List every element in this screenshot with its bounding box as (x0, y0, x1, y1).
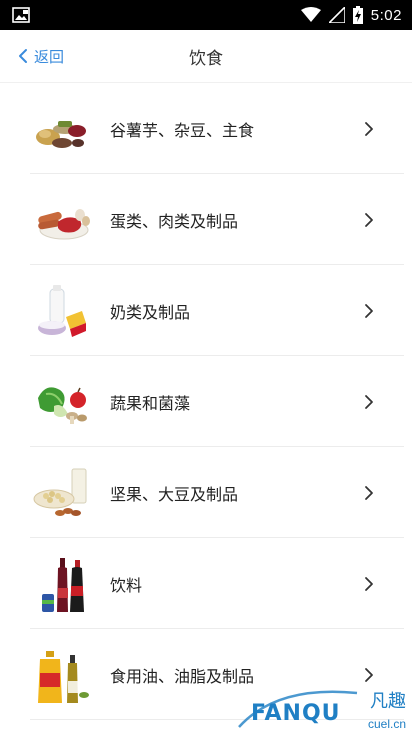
battery-icon (352, 6, 363, 24)
cooking-oil-icon (38, 650, 89, 703)
category-item-meat-eggs[interactable]: 蛋类、肉类及制品 (0, 174, 412, 265)
category-item-beverages[interactable]: 饮料 (0, 538, 412, 629)
chevron-right-icon (365, 485, 373, 500)
category-item-dairy[interactable]: 奶类及制品 (0, 265, 412, 356)
vegetables-fruit-icon (38, 386, 87, 424)
grains-icon (36, 120, 86, 148)
chevron-right-icon (365, 212, 373, 227)
category-label: 坚果、大豆及制品 (110, 484, 239, 504)
category-item-grains[interactable]: 谷薯芋、杂豆、主食 (0, 83, 412, 174)
category-list: 谷薯芋、杂豆、主食 蛋类、肉类及制品 奶类及制品 蔬果和菌藻 坚果、大豆及制品 … (0, 83, 412, 720)
status-time: 5:02 (370, 6, 402, 24)
category-label: 谷薯芋、杂豆、主食 (110, 120, 255, 140)
meat-eggs-icon (38, 208, 90, 239)
watermark-brand: FANQU (251, 701, 341, 726)
dairy-icon (38, 284, 86, 337)
status-icons: 5:02 (300, 0, 402, 30)
chevron-right-icon (365, 303, 373, 318)
nuts-soy-icon (33, 468, 87, 516)
chevron-right-icon (365, 667, 373, 682)
category-label: 蔬果和菌藻 (110, 393, 191, 413)
category-item-vegetables-fruit[interactable]: 蔬果和菌藻 (0, 356, 412, 447)
beverages-icon (42, 557, 84, 612)
chevron-right-icon (365, 576, 373, 591)
signal-icon (328, 7, 345, 23)
image-icon (12, 7, 30, 23)
chevron-left-icon (19, 49, 27, 63)
watermark-chinese: 凡趣 (370, 691, 406, 712)
category-label: 蛋类、肉类及制品 (110, 211, 239, 231)
chevron-right-icon (365, 394, 373, 409)
category-item-nuts-soy[interactable]: 坚果、大豆及制品 (0, 447, 412, 538)
status-bar: 5:02 (0, 0, 412, 30)
nav-bar: 返回 饮食 (0, 30, 412, 83)
back-label: 返回 (34, 47, 65, 66)
category-label: 奶类及制品 (110, 302, 191, 322)
wifi-icon (300, 7, 321, 22)
category-label: 饮料 (110, 575, 143, 595)
chevron-right-icon (365, 121, 373, 136)
watermark: FANQU 凡趣 cuel.cn (237, 683, 412, 733)
watermark-domain: cuel.cn (367, 717, 406, 731)
back-button[interactable]: 返回 (18, 30, 64, 82)
